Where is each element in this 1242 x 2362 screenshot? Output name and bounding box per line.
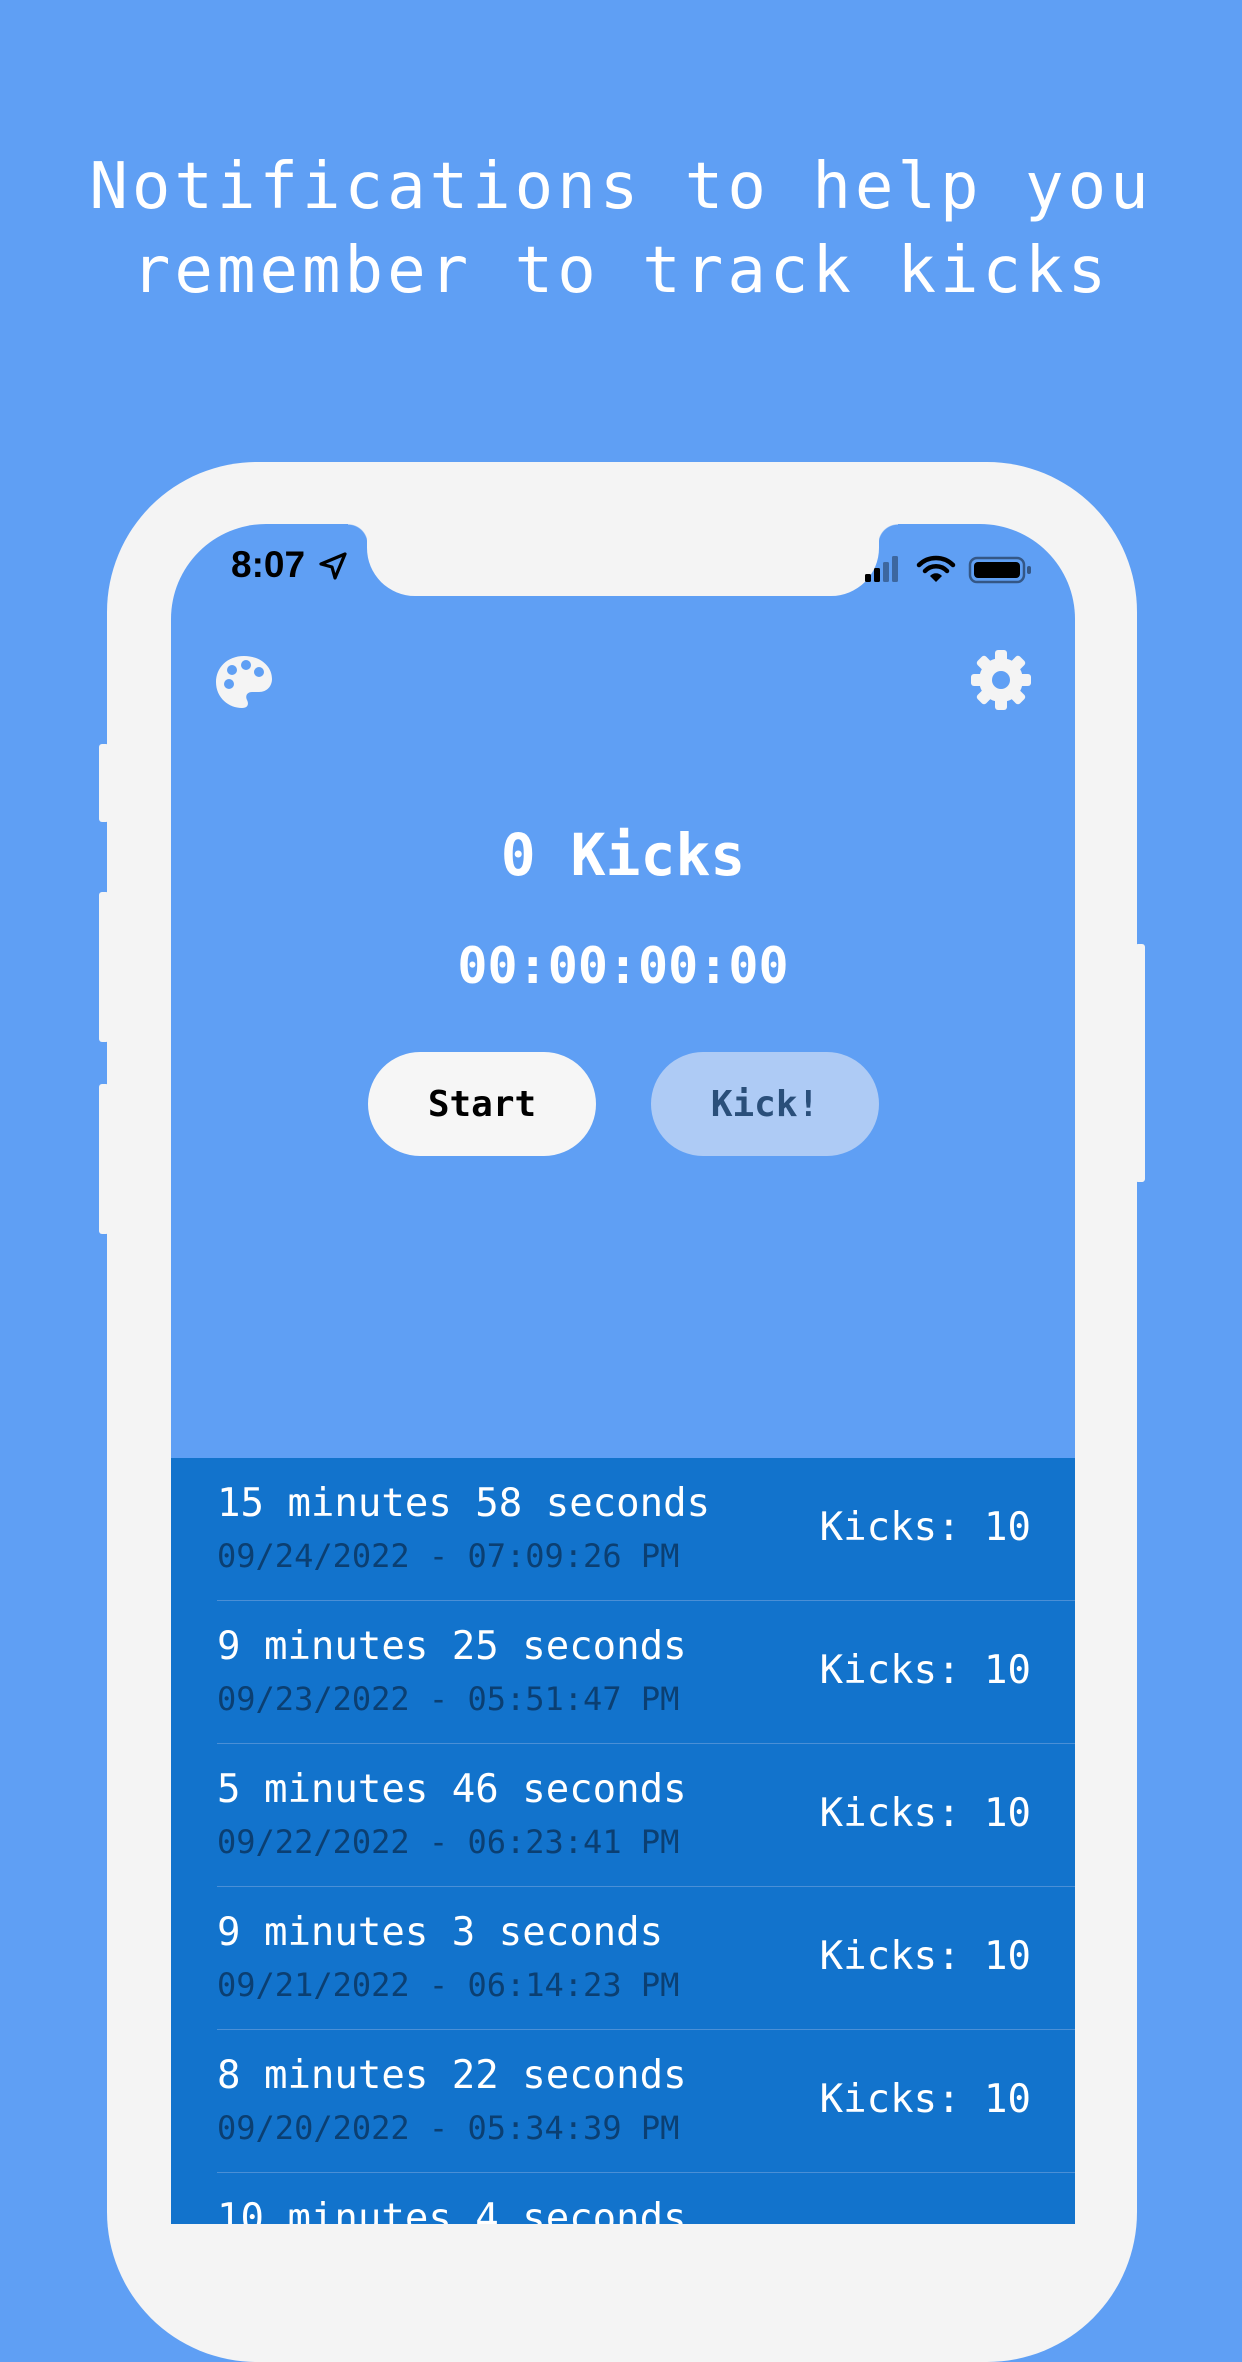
history-duration: 9 minutes 3 seconds	[217, 1910, 664, 1955]
status-icons	[865, 555, 1031, 584]
battery-icon	[968, 556, 1031, 584]
headline: Notifications to help you remember to tr…	[0, 145, 1242, 313]
history-kicks: Kicks: 10	[819, 1505, 1031, 1550]
history-date: 09/21/2022 - 06:14:23 PM	[217, 1966, 680, 2004]
history-kicks: Kicks: 10	[819, 1791, 1031, 1836]
history-row[interactable]: 15 minutes 58 seconds 09/24/2022 - 07:09…	[171, 1458, 1075, 1601]
history-date: 09/24/2022 - 07:09:26 PM	[217, 1537, 680, 1575]
history-duration: 15 minutes 58 seconds	[217, 1481, 711, 1526]
location-arrow-icon	[319, 552, 347, 580]
phone-notch	[348, 524, 898, 596]
history-date: 09/20/2022 - 05:34:39 PM	[217, 2109, 680, 2147]
history-kicks: Kicks: 10	[819, 1648, 1031, 1693]
palette-icon[interactable]	[215, 654, 273, 710]
history-row[interactable]: 9 minutes 25 seconds 09/23/2022 - 05:51:…	[171, 1601, 1075, 1744]
history-row[interactable]: 9 minutes 3 seconds 09/21/2022 - 06:14:2…	[171, 1887, 1075, 2030]
gear-icon[interactable]	[969, 648, 1033, 712]
history-kicks: Kicks: 10	[819, 2077, 1031, 2122]
kick-button[interactable]: Kick!	[651, 1052, 879, 1156]
headline-line-1: Notifications to help you	[89, 150, 1153, 224]
start-button[interactable]: Start	[368, 1052, 596, 1156]
wifi-icon	[916, 555, 956, 582]
history-duration: 10 minutes 4 seconds	[217, 2196, 687, 2224]
history-date: 09/23/2022 - 05:51:47 PM	[217, 1680, 680, 1718]
session-timer: 00:00:00:00	[457, 937, 789, 995]
app-screen: 8:07 0 Kicks 00:00:00:00 Start Kick! 15 …	[171, 524, 1075, 2224]
history-duration: 5 minutes 46 seconds	[217, 1767, 687, 1812]
cellular-signal-icon	[865, 556, 898, 582]
headline-line-2: remember to track kicks	[131, 234, 1111, 308]
status-time: 8:07	[231, 544, 306, 585]
history-date: 09/22/2022 - 06:23:41 PM	[217, 1823, 680, 1861]
history-duration: 9 minutes 25 seconds	[217, 1624, 687, 1669]
history-row[interactable]: 8 minutes 22 seconds 09/20/2022 - 05:34:…	[171, 2030, 1075, 2173]
history-duration: 8 minutes 22 seconds	[217, 2053, 687, 2098]
history-list: 15 minutes 58 seconds 09/24/2022 - 07:09…	[171, 1458, 1075, 2224]
history-kicks: Kicks: 10	[819, 1934, 1031, 1979]
kicks-count: 0 Kicks	[500, 821, 746, 889]
history-row[interactable]: 10 minutes 4 seconds	[171, 2173, 1075, 2224]
history-row[interactable]: 5 minutes 46 seconds 09/22/2022 - 06:23:…	[171, 1744, 1075, 1887]
